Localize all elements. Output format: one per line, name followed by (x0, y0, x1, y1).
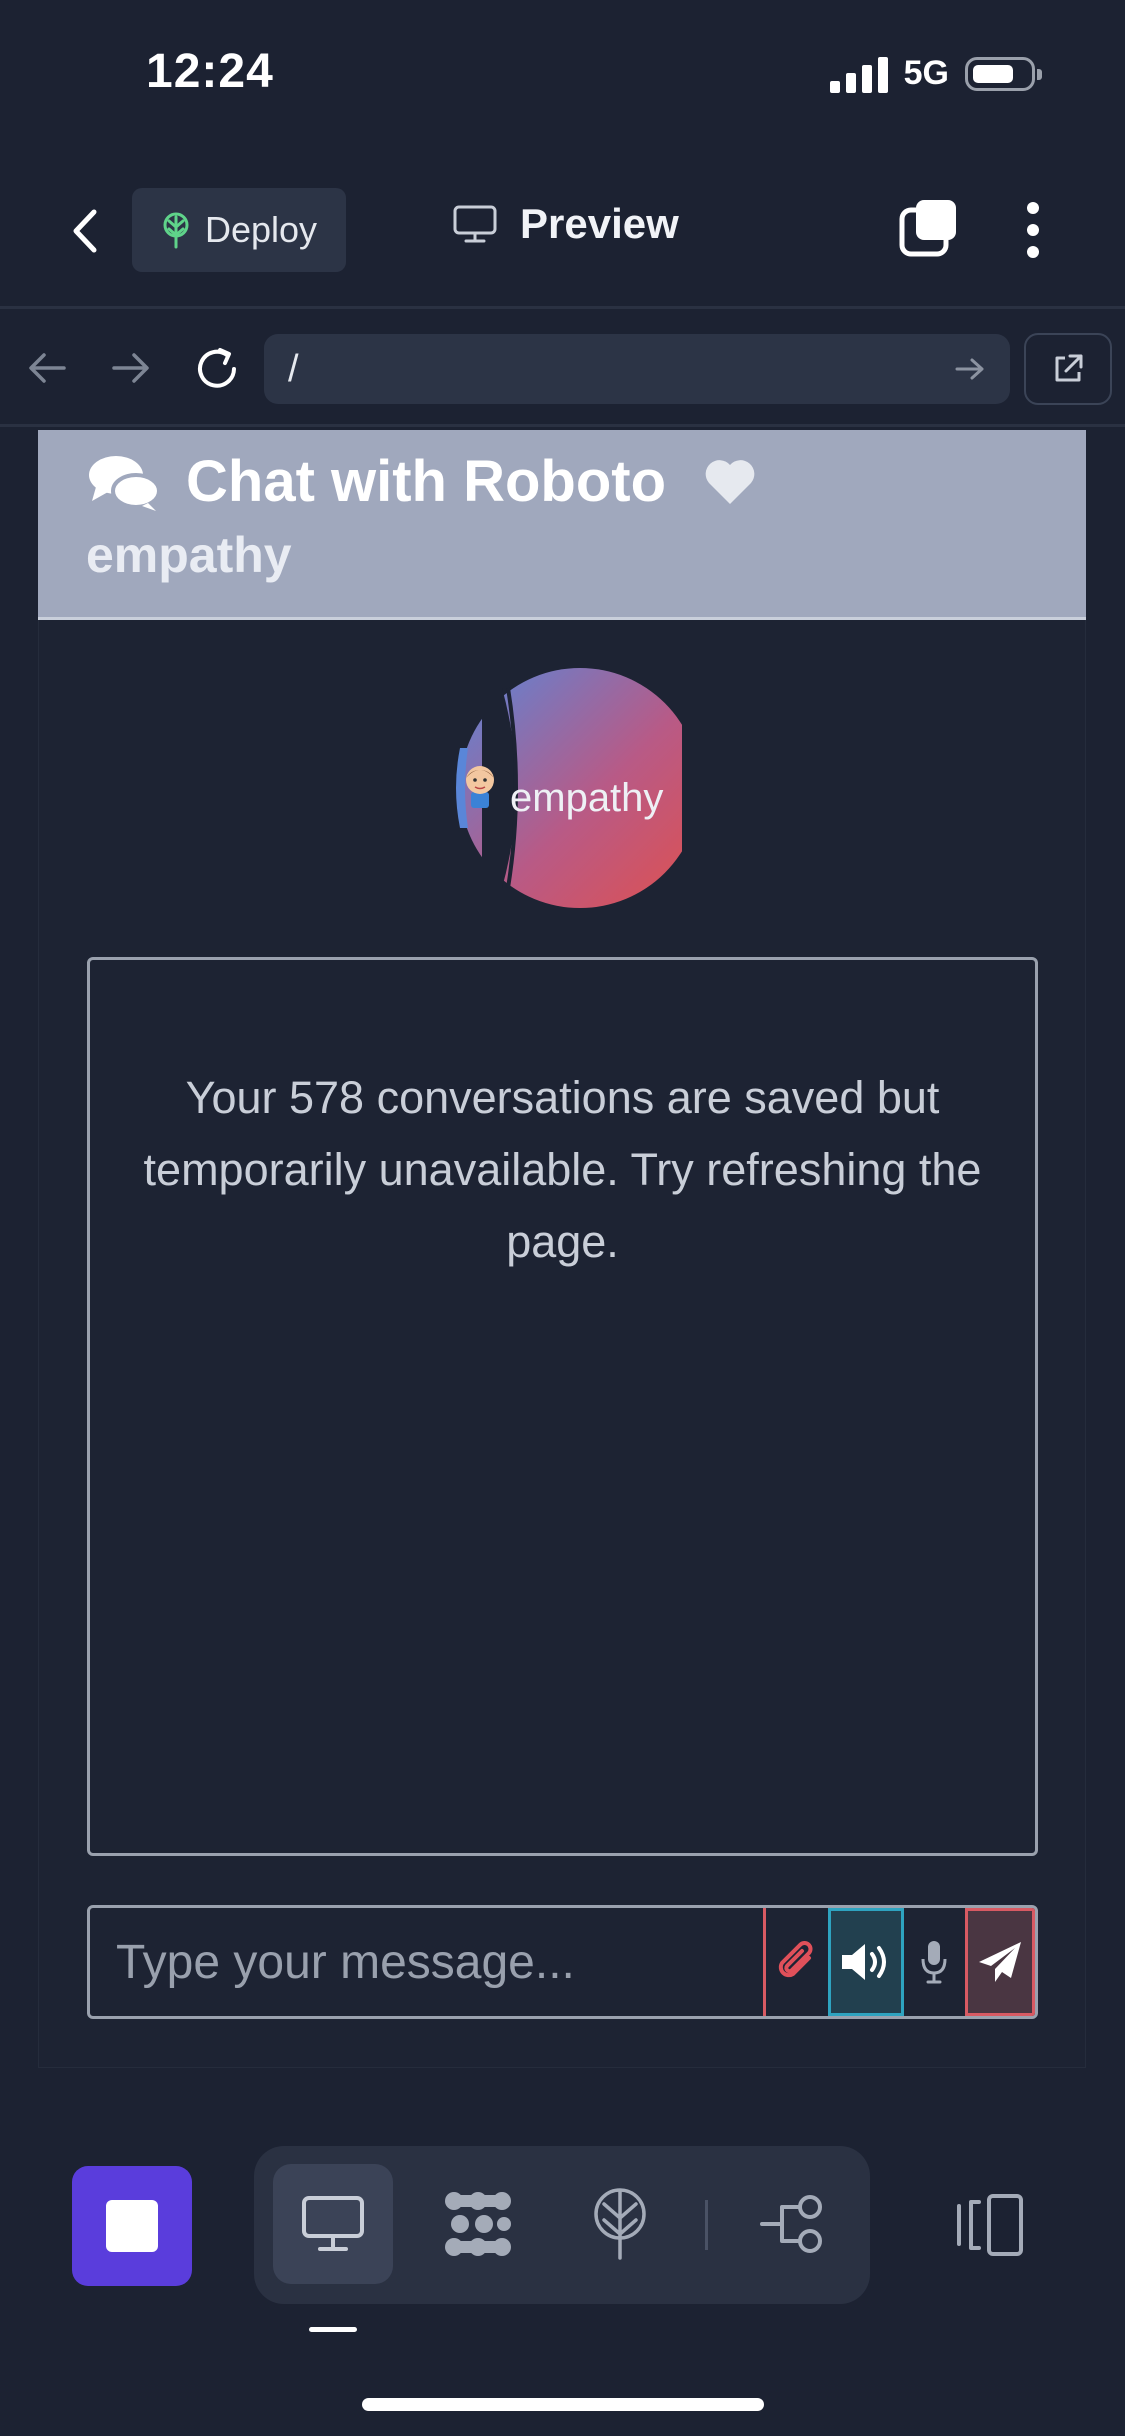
message-composer (87, 1905, 1038, 2019)
status-indicators: 5G (829, 54, 1042, 93)
side-panel-button[interactable] (955, 2192, 1027, 2263)
deploy-icon (594, 2188, 646, 2260)
avatar-face-icon (461, 762, 499, 815)
browser-back-button[interactable] (26, 350, 68, 391)
preview-tab[interactable]: Preview (452, 200, 679, 248)
dock-packages-button[interactable] (418, 2164, 538, 2284)
microphone-icon (921, 1941, 947, 1984)
stop-icon (106, 2200, 158, 2252)
signal-icon (829, 55, 888, 93)
home-indicator[interactable] (362, 2398, 764, 2411)
conversations-unavailable-message: Your 578 conversations are saved but tem… (143, 1072, 982, 1267)
preview-label: Preview (520, 200, 679, 247)
dock-active-indicator (309, 2327, 357, 2332)
dock-preview-button[interactable] (273, 2164, 393, 2284)
app-subtitle: empathy (86, 527, 292, 583)
dock-deploy-button[interactable] (560, 2164, 680, 2284)
attach-button[interactable] (763, 1908, 828, 2016)
status-time: 12:24 (146, 45, 274, 98)
network-type: 5G (903, 54, 949, 92)
battery-icon (965, 56, 1042, 91)
browser-divider (0, 424, 1125, 427)
paper-plane-icon (978, 1942, 1021, 1982)
header-divider (0, 306, 1125, 309)
app-title: Chat with Roboto (186, 449, 667, 514)
send-button[interactable] (964, 1908, 1035, 2016)
url-text: / (288, 347, 299, 390)
heart-icon[interactable] (702, 457, 758, 507)
chat-bubbles-icon (89, 455, 161, 511)
reload-icon (198, 348, 236, 388)
monitor-icon (302, 2196, 364, 2251)
workflow-icon (760, 2195, 822, 2253)
tabs-button[interactable] (898, 198, 960, 265)
url-bar[interactable]: / (264, 334, 1010, 404)
grid-dots-icon (445, 2192, 511, 2256)
speaker-button[interactable] (827, 1908, 904, 2016)
reload-button[interactable] (192, 344, 242, 399)
deploy-button[interactable]: Deploy (132, 188, 346, 272)
deploy-label: Deploy (204, 209, 318, 250)
app-title-row: Chat with Roboto (86, 448, 758, 515)
microphone-button[interactable] (904, 1908, 965, 2016)
speaker-icon (841, 1944, 886, 1980)
dock-workflow-button[interactable] (732, 2164, 852, 2284)
more-vertical-icon (1027, 202, 1039, 258)
message-input[interactable] (90, 1908, 763, 2016)
open-external-button[interactable] (1024, 333, 1112, 405)
external-link-icon (1055, 354, 1083, 382)
browser-forward-button[interactable] (110, 350, 152, 391)
tabs-icon (899, 200, 956, 257)
paperclip-icon (778, 1941, 813, 1978)
go-arrow-icon[interactable] (954, 355, 986, 383)
arrow-left-icon (29, 353, 66, 383)
chevron-left-icon (73, 209, 97, 253)
more-menu-button[interactable] (1022, 200, 1044, 265)
back-button[interactable] (66, 206, 106, 261)
side-panel-icon (957, 2194, 1023, 2256)
stop-button[interactable] (72, 2166, 192, 2286)
deploy-tree-icon (163, 212, 189, 249)
dock-separator (705, 2200, 708, 2250)
arrow-right-icon (112, 353, 149, 383)
avatar-label: empathy (510, 776, 664, 820)
monitor-icon (453, 205, 497, 243)
